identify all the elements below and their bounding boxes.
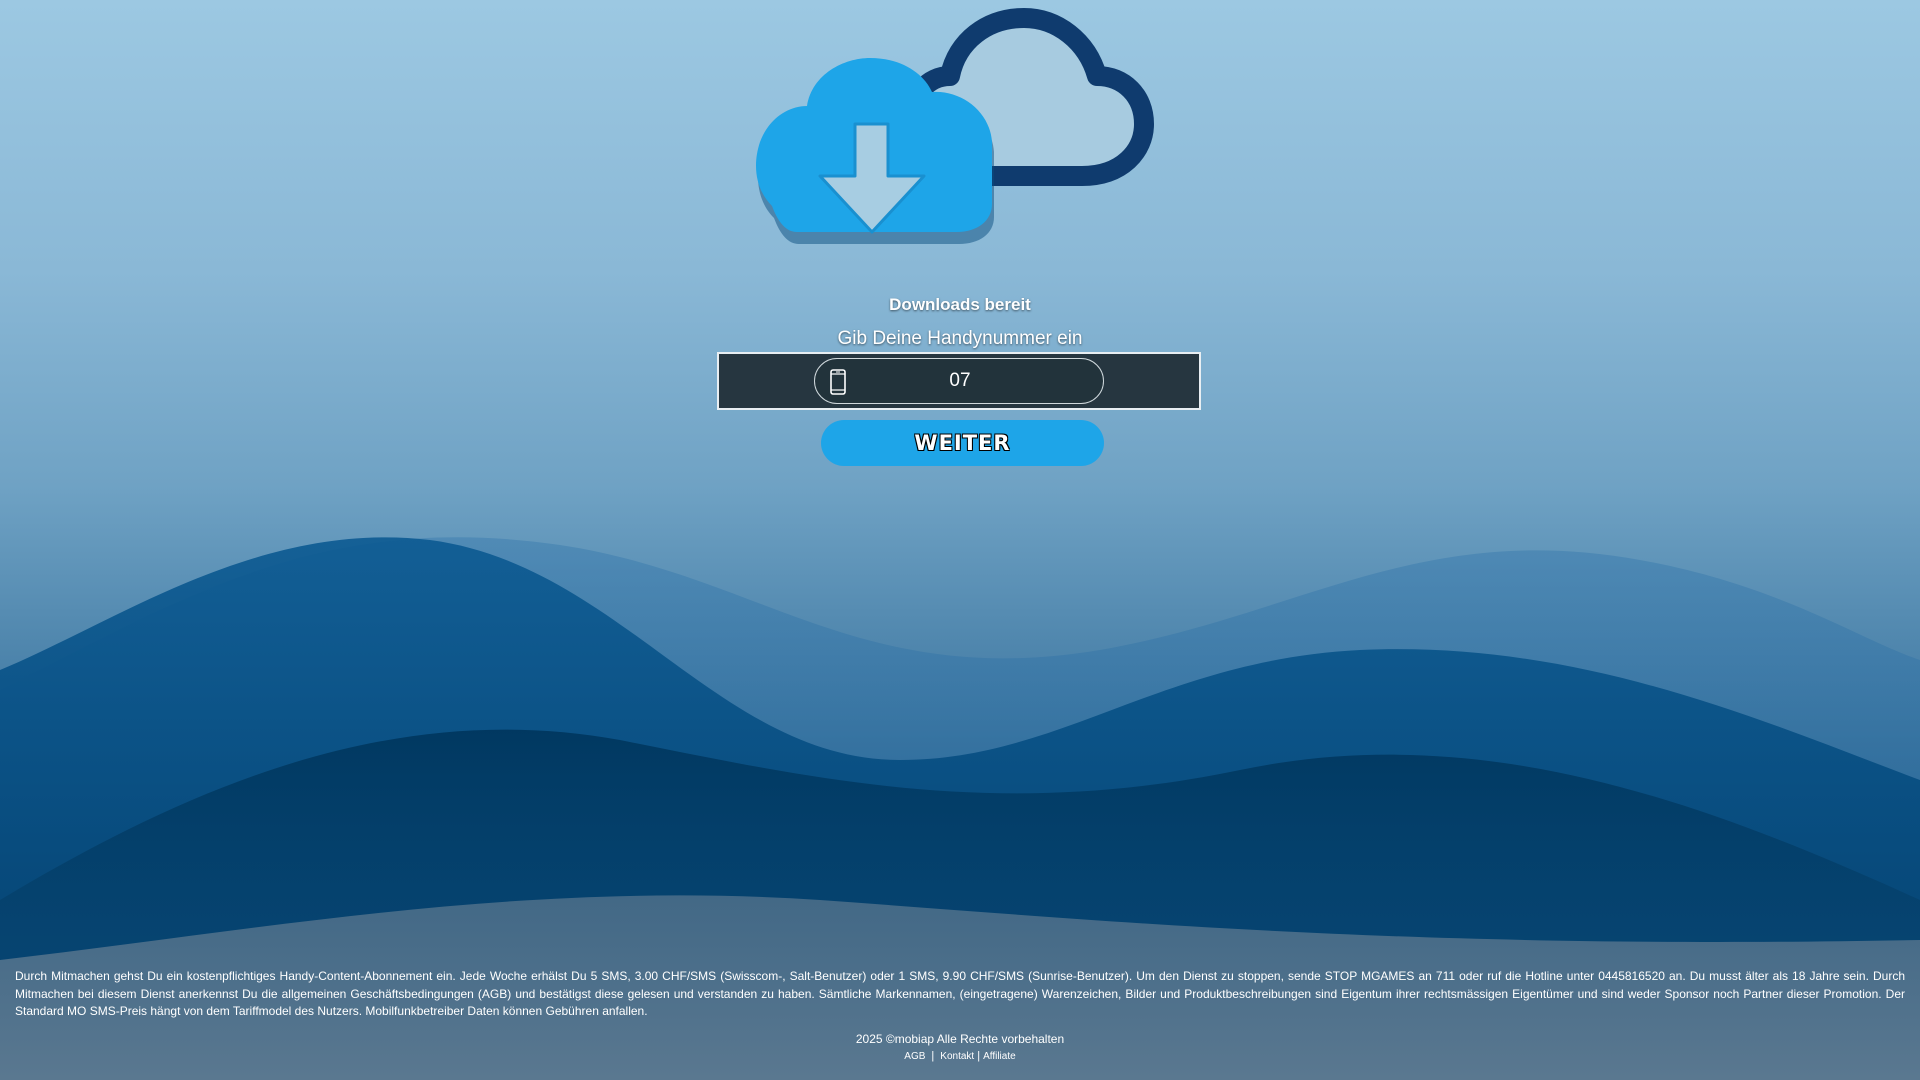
phone-field-wrapper[interactable] [814,358,1104,404]
affiliate-link[interactable]: Affiliate [983,1051,1016,1062]
phone-entry-panel [717,352,1201,410]
footer: Durch Mitmachen gehst Du ein kostenpflic… [0,968,1920,1062]
footer-links: AGB | Kontakt | Affiliate [0,1050,1920,1062]
legal-disclaimer: Durch Mitmachen gehst Du ein kostenpflic… [15,969,1905,1018]
copyright-notice: 2025 ©mobiap Alle Rechte vorbehalten [855,1031,1065,1046]
kontakt-link[interactable]: Kontakt [940,1051,974,1062]
phone-number-input[interactable] [855,359,1065,403]
mobile-phone-icon [830,369,846,395]
link-separator: | [977,1049,981,1062]
phone-prompt-label: Gib Deine Handynummer ein [837,328,1083,349]
cloud-download-icon [756,8,1154,244]
downloads-ready-heading: Downloads bereit [889,295,1031,314]
agb-link[interactable]: AGB [904,1051,925,1062]
weiter-button[interactable]: WEITER [821,420,1104,466]
link-separator: | [931,1049,935,1062]
